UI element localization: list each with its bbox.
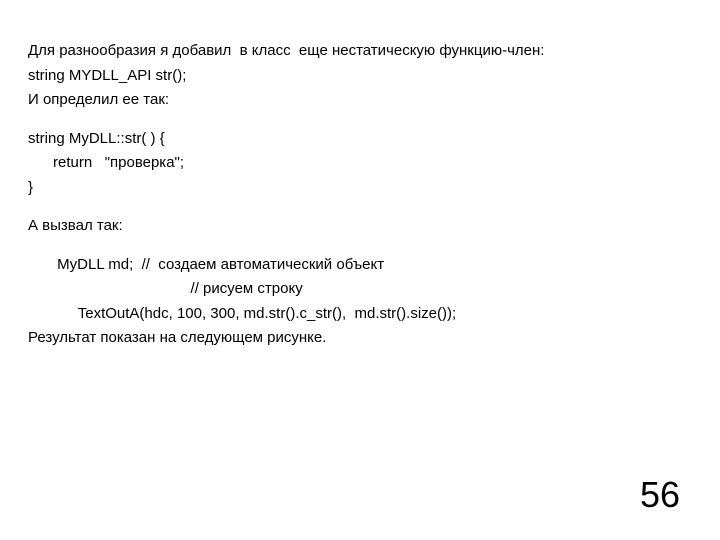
spacer (28, 240, 692, 254)
page-number: 56 (640, 474, 680, 516)
code-line: TextOutA(hdc, 100, 300, md.str().c_str()… (28, 303, 692, 326)
code-line: string MyDLL::str( ) { (28, 128, 692, 151)
code-line: MyDLL md; // создаем автоматический объе… (28, 254, 692, 277)
text-line: А вызвал так: (28, 215, 692, 238)
code-line: return "проверка"; (28, 152, 692, 175)
text-line: Для разнообразия я добавил в класс еще н… (28, 40, 692, 63)
code-line: } (28, 177, 692, 200)
text-line: Результат показан на следующем рисунке. (28, 327, 692, 350)
document-body: Для разнообразия я добавил в класс еще н… (0, 0, 720, 350)
code-line: string MYDLL_API str(); (28, 65, 692, 88)
text-line: И определил ее так: (28, 89, 692, 112)
spacer (28, 114, 692, 128)
code-line: // рисуем строку (28, 278, 692, 301)
spacer (28, 201, 692, 215)
